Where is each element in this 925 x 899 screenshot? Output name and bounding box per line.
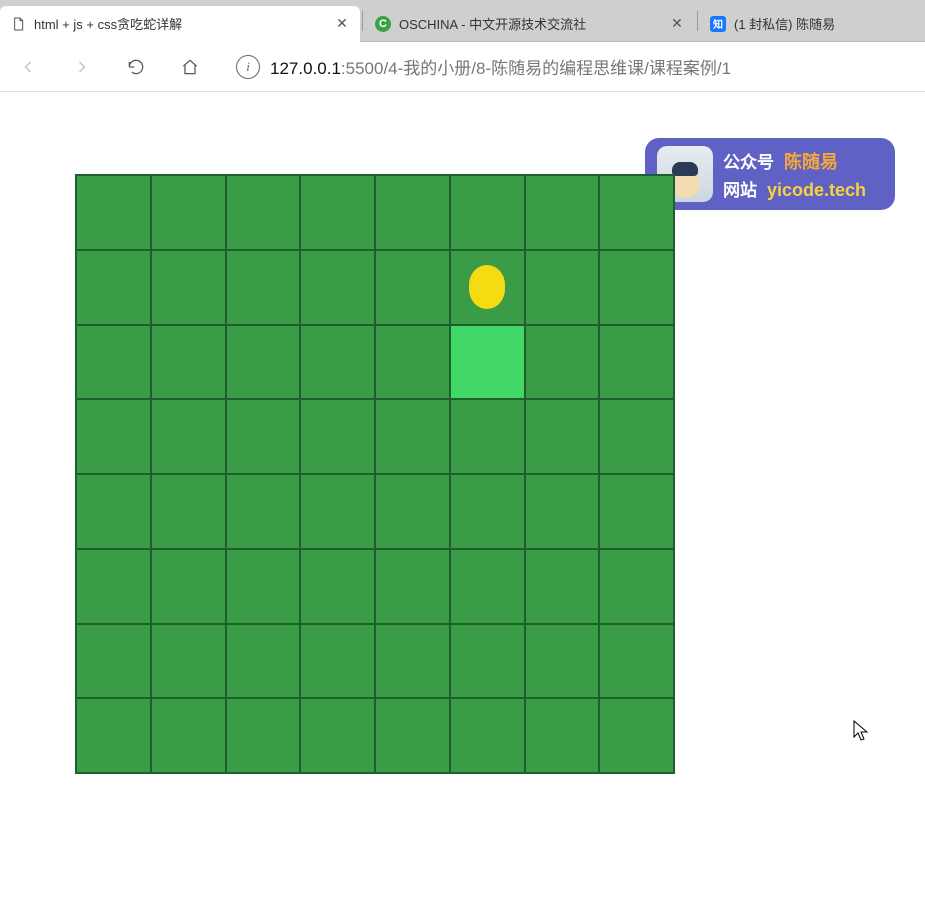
board-cell — [599, 698, 674, 773]
board-cell — [300, 325, 375, 400]
board-cell — [375, 698, 450, 773]
board-cell — [151, 250, 226, 325]
tab-title: (1 封私信) 陈随易 — [734, 14, 870, 33]
game-board[interactable] — [75, 174, 675, 774]
refresh-button[interactable] — [118, 49, 154, 85]
board-cell — [300, 175, 375, 250]
board-cell — [300, 474, 375, 549]
board-cell — [450, 698, 525, 773]
board-cell — [76, 474, 151, 549]
board-cell — [525, 474, 600, 549]
board-cell — [76, 698, 151, 773]
board-cell — [375, 624, 450, 699]
badge-value-bottom: yicode.tech — [767, 180, 866, 201]
board-cell — [151, 325, 226, 400]
tab-strip: html + js + css贪吃蛇详解 ✕ C OSCHINA - 中文开源技… — [0, 0, 925, 42]
board-cell — [525, 325, 600, 400]
board-cell — [525, 399, 600, 474]
url-host: 127.0.0.1 — [270, 59, 341, 78]
tab-oschina[interactable]: C OSCHINA - 中文开源技术交流社 ✕ — [365, 6, 695, 42]
board-cell — [599, 325, 674, 400]
board-cell — [226, 698, 301, 773]
tab-close-icon[interactable]: ✕ — [669, 15, 685, 32]
tab-active[interactable]: html + js + css贪吃蛇详解 ✕ — [0, 6, 360, 42]
board-cell — [375, 399, 450, 474]
board-cell — [525, 250, 600, 325]
badge-label-top: 公众号 — [723, 148, 774, 173]
board-cell — [525, 549, 600, 624]
board-cell — [375, 250, 450, 325]
back-button[interactable] — [10, 49, 46, 85]
board-cell — [76, 549, 151, 624]
address-bar[interactable]: i 127.0.0.1:5500/4-我的小册/8-陈随易的编程思维课/课程案例… — [236, 54, 915, 79]
board-cell — [76, 624, 151, 699]
board-cell — [450, 250, 525, 325]
board-cell — [300, 698, 375, 773]
board-cell — [226, 549, 301, 624]
url-port: :5500 — [341, 59, 384, 78]
board-cell — [300, 250, 375, 325]
board-cell — [450, 175, 525, 250]
board-cell — [151, 549, 226, 624]
board-cell — [599, 399, 674, 474]
board-cell — [450, 474, 525, 549]
tab-divider — [362, 11, 363, 31]
board-cell — [599, 175, 674, 250]
tab-divider — [697, 11, 698, 31]
mouse-cursor-icon — [853, 720, 869, 742]
document-icon — [10, 16, 26, 32]
board-cell — [151, 474, 226, 549]
board-cell — [599, 624, 674, 699]
board-cell — [300, 399, 375, 474]
board-cell — [525, 624, 600, 699]
board-cell — [450, 549, 525, 624]
board-cell — [226, 624, 301, 699]
badge-label-bottom: 网站 — [723, 176, 757, 201]
board-cell — [599, 250, 674, 325]
site-info-icon[interactable]: i — [236, 55, 260, 79]
board-cell — [151, 399, 226, 474]
page-content: 公众号 陈随易 网站 yicode.tech — [0, 92, 925, 899]
board-cell — [151, 175, 226, 250]
board-cell — [525, 175, 600, 250]
board-cell — [599, 474, 674, 549]
board-cell — [226, 175, 301, 250]
board-cell — [525, 698, 600, 773]
tab-zhihu[interactable]: 知 (1 封私信) 陈随易 — [700, 6, 880, 42]
tab-title: OSCHINA - 中文开源技术交流社 — [399, 14, 661, 33]
board-cell — [226, 325, 301, 400]
badge-value-top: 陈随易 — [784, 148, 838, 174]
forward-button[interactable] — [64, 49, 100, 85]
badge-texts: 公众号 陈随易 网站 yicode.tech — [723, 148, 883, 201]
board-cell — [300, 624, 375, 699]
board-cell — [151, 698, 226, 773]
board-cell — [76, 325, 151, 400]
oschina-icon: C — [375, 16, 391, 32]
board-cell — [226, 250, 301, 325]
board-cell — [450, 624, 525, 699]
board-cell — [375, 549, 450, 624]
tab-close-icon[interactable]: ✕ — [334, 15, 350, 32]
toolbar: i 127.0.0.1:5500/4-我的小册/8-陈随易的编程思维课/课程案例… — [0, 42, 925, 92]
food — [469, 265, 505, 309]
author-badge: 公众号 陈随易 网站 yicode.tech — [645, 138, 895, 210]
zhihu-icon: 知 — [710, 16, 726, 32]
board-cell — [226, 474, 301, 549]
board-cell — [375, 474, 450, 549]
board-cell — [76, 399, 151, 474]
board-cell — [300, 549, 375, 624]
url-text: 127.0.0.1:5500/4-我的小册/8-陈随易的编程思维课/课程案例/1 — [270, 54, 731, 79]
board-cell — [375, 325, 450, 400]
board-cell — [599, 549, 674, 624]
board-cell — [226, 399, 301, 474]
board-cell — [151, 624, 226, 699]
board-cell — [450, 399, 525, 474]
board-cell — [375, 175, 450, 250]
tab-title: html + js + css贪吃蛇详解 — [34, 14, 326, 33]
snake-cell — [450, 325, 525, 400]
board-cell — [76, 175, 151, 250]
url-path: /4-我的小册/8-陈随易的编程思维课/课程案例/1 — [383, 59, 731, 78]
board-cell — [76, 250, 151, 325]
home-button[interactable] — [172, 49, 208, 85]
